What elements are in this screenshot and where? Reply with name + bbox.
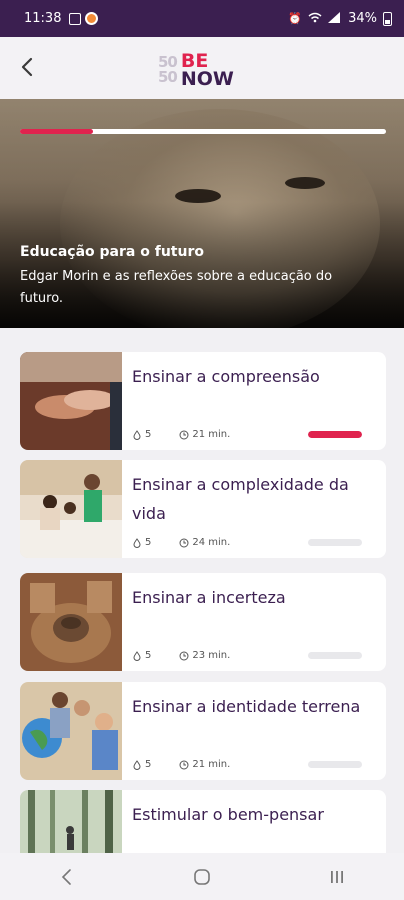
logo-benow: BE NOW: [180, 50, 234, 90]
clock-icon: [179, 760, 189, 769]
notification-icons: [69, 12, 99, 25]
lesson-meta: 5 24 min.: [132, 537, 258, 548]
lesson-progress-bar: [308, 761, 362, 768]
drop-icon: [133, 759, 141, 770]
battery-icon: [383, 11, 392, 26]
chevron-left-icon: [21, 57, 33, 77]
lesson-duration: 23 min.: [192, 650, 231, 661]
lesson-thumbnail-hands: [20, 352, 122, 450]
lesson-thumbnail-pottery: [20, 573, 122, 671]
lesson-count: 5: [145, 759, 152, 770]
lesson-card[interactable]: Ensinar a incerteza 5 23 min.: [20, 573, 386, 671]
lesson-progress-fill: [308, 431, 362, 438]
gallery-icon: [69, 12, 82, 25]
lesson-title: Ensinar a identidade terrena: [132, 697, 361, 716]
logo-5050: 50 50: [158, 53, 178, 86]
course-progress-fill: [20, 129, 94, 134]
back-button[interactable]: [16, 55, 40, 79]
lesson-count: 5: [145, 537, 152, 548]
drop-icon: [133, 650, 141, 661]
clock-icon: [179, 430, 189, 439]
lesson-duration: 21 min.: [192, 429, 231, 440]
system-back-button[interactable]: [47, 857, 87, 897]
lesson-count: 5: [145, 650, 152, 661]
logo: 50 50 BE NOW: [158, 51, 234, 89]
app-header: 50 50 BE NOW: [0, 37, 404, 99]
recents-icon: [330, 870, 343, 883]
lesson-thumbnail-globe: [20, 682, 122, 780]
alarm-icon: ⏰: [288, 12, 303, 25]
lesson-title: Estimular o bem-pensar: [132, 805, 324, 824]
lesson-progress-bar: [308, 539, 362, 546]
clock-icon: [179, 651, 189, 660]
wifi-icon: [308, 12, 322, 26]
lesson-meta: 5 23 min.: [132, 650, 258, 661]
system-status: ⏰ 34%: [288, 11, 392, 26]
lesson-title: Ensinar a incerteza: [132, 588, 286, 607]
lesson-duration: 21 min.: [192, 759, 231, 770]
home-icon: [194, 868, 210, 885]
lesson-card[interactable]: Ensinar a identidade terrena 5 21 min.: [20, 682, 386, 780]
lesson-meta: 5 21 min.: [132, 759, 258, 770]
course-hero: Educação para o futuro Edgar Morin e as …: [0, 99, 404, 328]
lesson-card[interactable]: Ensinar a complexidade da vida 5 24 min.: [20, 460, 386, 558]
status-time: 11:38: [24, 11, 62, 26]
lesson-progress-bar: [308, 652, 362, 659]
lesson-duration: 24 min.: [192, 537, 231, 548]
system-home-button[interactable]: [182, 857, 222, 897]
clock-icon: [179, 538, 189, 547]
lesson-title: Ensinar a compreensão: [132, 367, 320, 386]
lesson-card[interactable]: Ensinar a compreensão 5 21 min.: [20, 352, 386, 450]
signal-icon: [328, 11, 341, 26]
lesson-thumbnail-classroom: [20, 460, 122, 558]
chevron-left-icon: [62, 868, 72, 885]
battery-level: 34%: [348, 11, 377, 26]
lesson-title: Ensinar a complexidade da vida: [132, 475, 349, 523]
system-nav-bar: [0, 853, 404, 900]
app-notification-icon: [85, 12, 99, 25]
drop-icon: [133, 429, 141, 440]
course-title: Educação para o futuro: [20, 244, 204, 260]
lesson-progress-bar: [308, 431, 362, 438]
course-progress-bar: [20, 129, 386, 134]
course-subtitle: Edgar Morin e as reflexões sobre a educa…: [20, 269, 333, 306]
status-bar: 11:38 ⏰ 34%: [0, 0, 404, 37]
lesson-count: 5: [145, 429, 152, 440]
drop-icon: [133, 537, 141, 548]
lesson-meta: 5 21 min.: [132, 429, 258, 440]
system-recents-button[interactable]: [317, 857, 357, 897]
